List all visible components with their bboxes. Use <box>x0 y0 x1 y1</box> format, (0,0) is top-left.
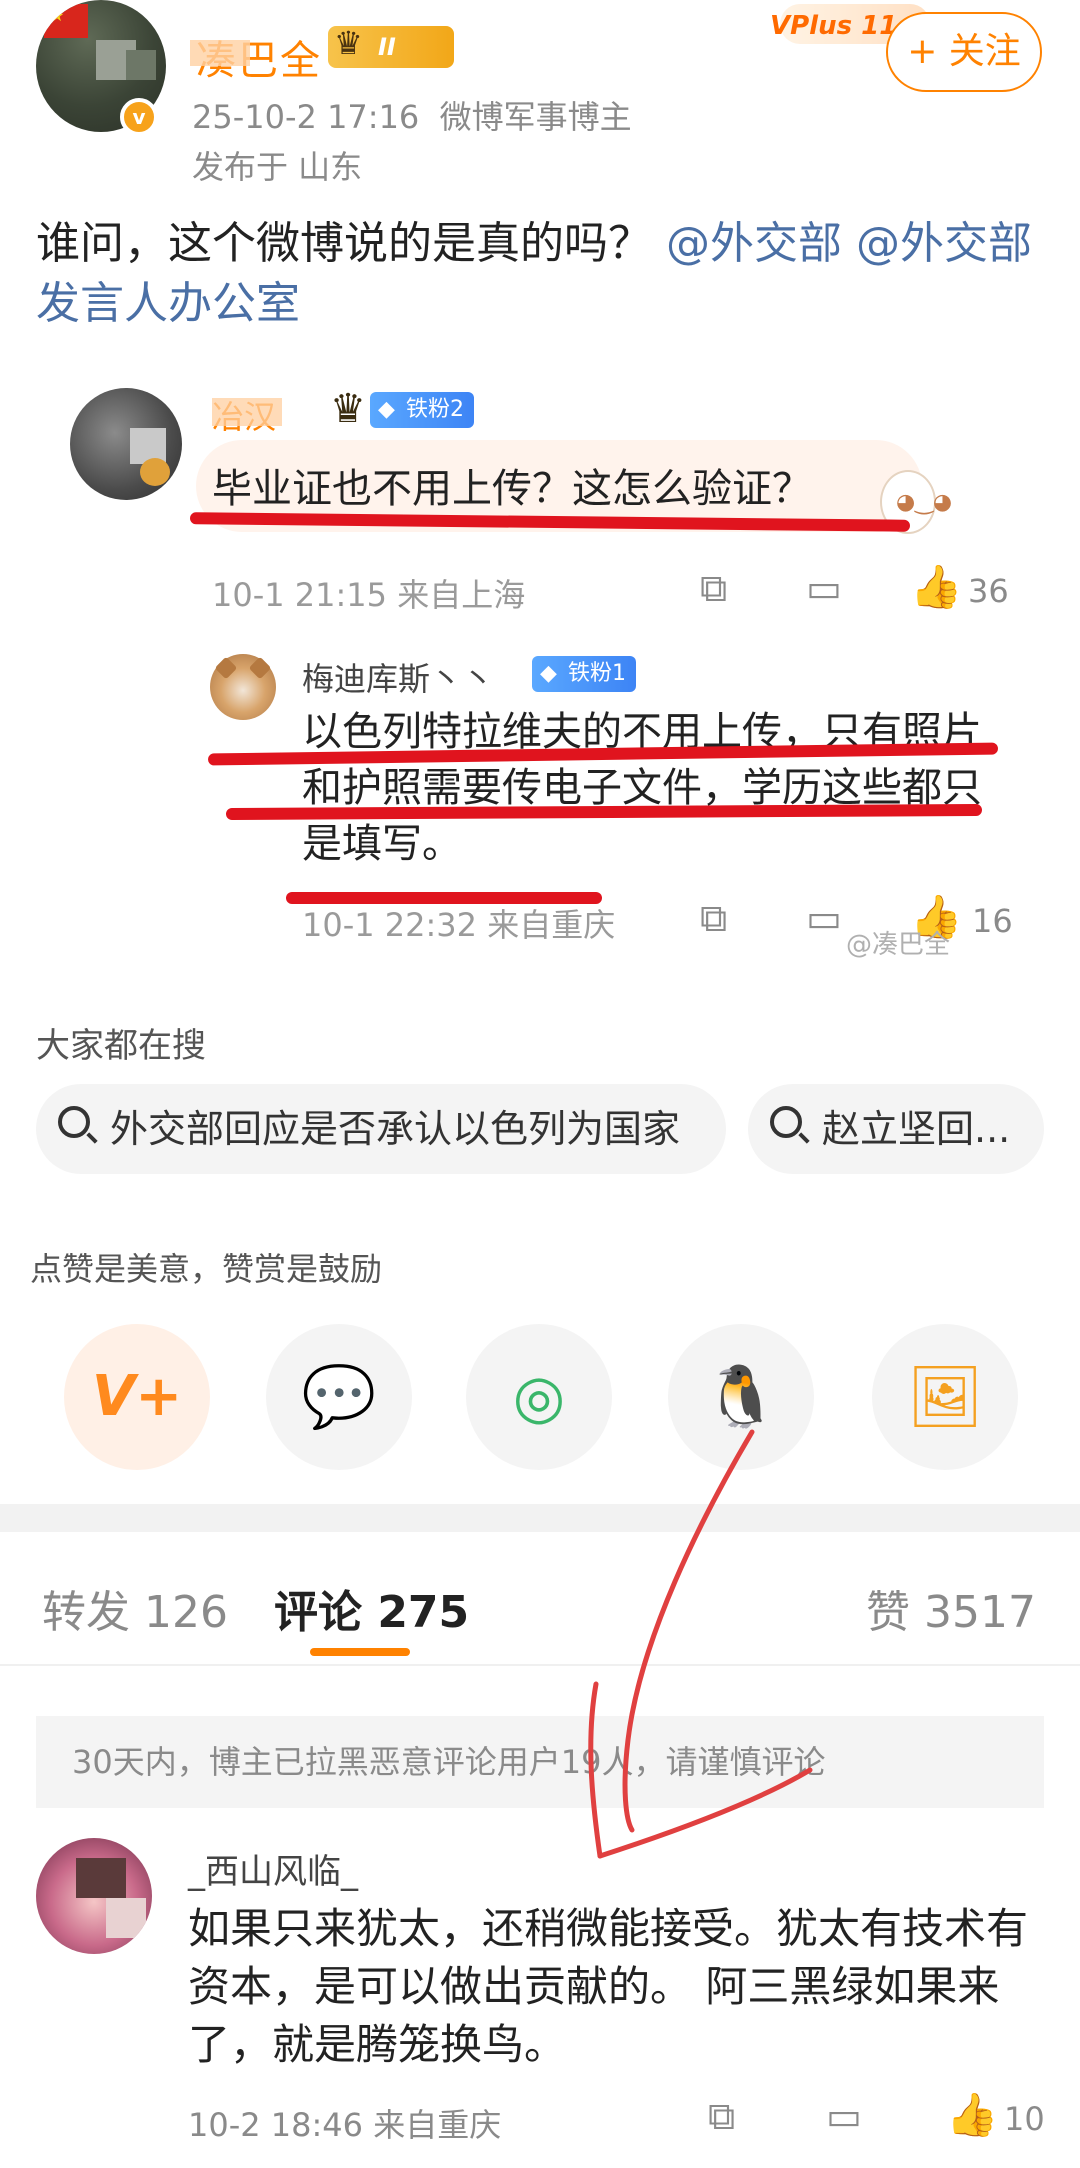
mosaic-block <box>140 458 170 486</box>
user-title: 微博军事博主 <box>439 98 632 136</box>
trending-search-chip[interactable]: 赵立坚回... <box>748 1084 1044 1174</box>
qq-share-button[interactable]: 🐧 <box>668 1324 814 1470</box>
like-count: 10 <box>1004 2100 1045 2138</box>
mosaic-block <box>76 1858 126 1898</box>
comment-notice: 30天内，博主已拉黑恶意评论用户19人，请谨慎评论 <box>36 1716 1044 1808</box>
trending-search-title: 大家都在搜 <box>36 1026 206 1066</box>
post-text: 谁问，这个微博说的是真的吗？ @外交部 @外交部发言人办公室 <box>36 214 1046 334</box>
level-badge-text: II <box>378 33 396 61</box>
save-image-button[interactable]: 🖼 <box>872 1324 1018 1470</box>
embedded-reply-text: 以色列特拉维夫的不用上传，只有照片和护照需要传电子文件，学历这些都只是填写。 <box>302 709 982 867</box>
flag-icon <box>44 4 88 38</box>
comment-icon: ▭ <box>806 896 842 940</box>
level-badge: ♛ II <box>328 24 454 68</box>
moments-icon: ◎ <box>512 1362 566 1432</box>
embedded-reply-name: 梅迪库斯丶丶 <box>302 660 495 698</box>
tab-comments[interactable]: 评论 275 <box>274 1576 469 1640</box>
embedded-reply-time: 10-1 22:32 来自重庆 <box>302 906 616 944</box>
moments-share-button[interactable]: ◎ <box>466 1324 612 1470</box>
post-meta: 25-10-2 17:16 微博军事博主 <box>192 92 632 138</box>
mention-link[interactable]: @外交部 <box>666 218 842 269</box>
post-time: 25-10-2 17:16 <box>192 98 420 136</box>
mosaic-block <box>106 1898 146 1938</box>
embedded-comment-time: 10-1 21:15 来自上海 <box>212 576 526 614</box>
post-location: 发布于 山东 <box>192 148 363 186</box>
tab-likes[interactable]: 赞 3517 <box>866 1576 1036 1640</box>
tab-repost[interactable]: 转发 126 <box>42 1576 228 1640</box>
name-mosaic <box>190 40 250 66</box>
reward-title: 点赞是美意，赞赏是鼓励 <box>30 1250 383 1288</box>
share-icon[interactable]: ⧉ <box>708 2094 735 2139</box>
share-icon: ⧉ <box>700 896 728 940</box>
like-count: 16 <box>972 902 1013 940</box>
fan-badge-text: 铁粉2 <box>406 397 464 422</box>
crown-icon: ♛ <box>334 24 363 62</box>
comment-icon[interactable]: ▭ <box>826 2094 862 2138</box>
comment-time: 10-2 18:46 来自重庆 <box>188 2106 502 2144</box>
embedded-comment-text: 毕业证也不用上传？这怎么验证？ <box>212 466 812 512</box>
fan-badge-text: 铁粉1 <box>568 661 626 686</box>
share-icon: ⧉ <box>700 566 728 610</box>
embedded-commenter-avatar <box>70 388 182 500</box>
verified-badge-icon: v <box>120 98 158 136</box>
section-divider <box>0 1504 1080 1532</box>
mosaic-block <box>126 50 156 80</box>
search-icon <box>58 1106 90 1138</box>
wechat-share-button[interactable]: 💬 <box>266 1324 412 1470</box>
active-tab-indicator <box>310 1648 410 1656</box>
embedded-reply-avatar <box>210 654 276 720</box>
tab-divider <box>0 1664 1080 1666</box>
follow-button[interactable]: + 关注 <box>886 12 1042 92</box>
save-image-icon: 🖼 <box>906 1362 984 1432</box>
trending-search-chip[interactable]: 外交部回应是否承认以色列为国家 <box>36 1084 726 1174</box>
post-body: 谁问，这个微博说的是真的吗？ <box>36 218 652 269</box>
like-icon[interactable]: 👍 <box>946 2090 998 2140</box>
crown-icon: ♛ <box>330 386 366 432</box>
image-watermark: @凑巴全 <box>846 930 951 960</box>
search-icon <box>770 1106 802 1138</box>
vplus-reward-button[interactable]: V+ <box>64 1324 210 1470</box>
commenter-avatar[interactable] <box>36 1838 152 1954</box>
wechat-icon: 💬 <box>301 1362 377 1432</box>
fan-badge: ◆ 铁粉1 <box>532 656 636 692</box>
diamond-icon: ◆ <box>378 397 395 422</box>
name-mosaic <box>212 398 282 426</box>
commenter-name[interactable]: _西山风临_ <box>188 1844 358 1893</box>
diamond-icon: ◆ <box>540 661 557 686</box>
qq-icon: 🐧 <box>703 1362 779 1432</box>
chip-label: 赵立坚回... <box>822 1107 1011 1151</box>
comment-icon: ▭ <box>806 566 842 610</box>
like-icon: 👍 <box>910 562 963 611</box>
chip-label: 外交部回应是否承认以色列为国家 <box>110 1107 681 1151</box>
like-count: 36 <box>968 572 1009 610</box>
fan-badge: ◆ 铁粉2 <box>370 392 474 428</box>
comment-text: 如果只来犹太，还稍微能接受。犹太有技术有资本，是可以做出贡献的。 阿三黑绿如果来… <box>188 1904 1029 2069</box>
